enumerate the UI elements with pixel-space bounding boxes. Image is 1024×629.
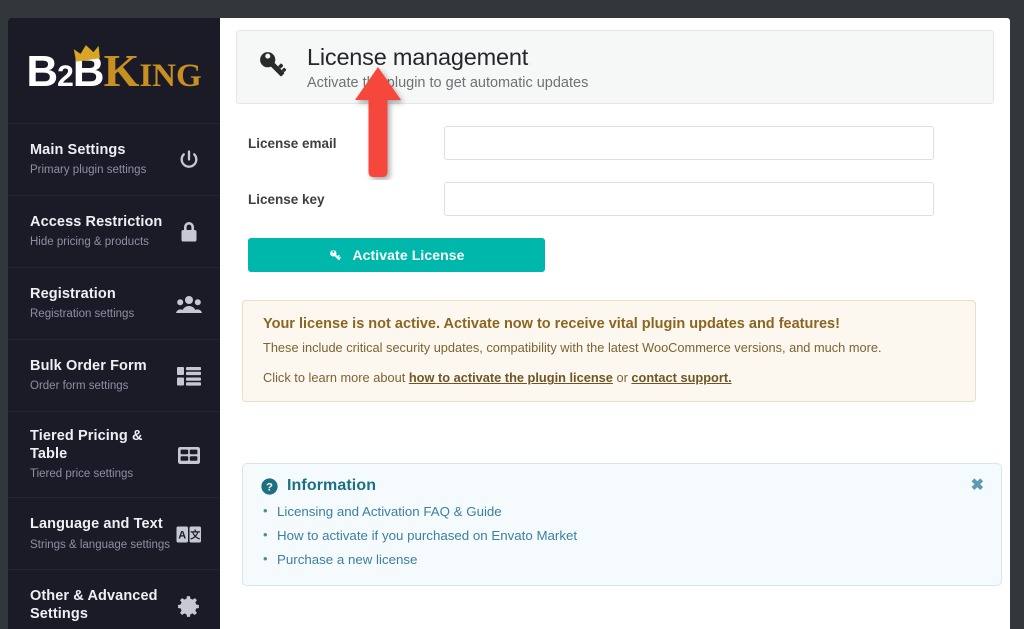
page-subtitle: Activate the plugin to get automatic upd… <box>307 75 589 92</box>
information-links-list: Licensing and Activation FAQ & Guide How… <box>261 503 985 567</box>
notice-foot-prefix: Click to learn more about <box>263 370 409 386</box>
purchase-license-link[interactable]: Purchase a new license <box>277 552 417 567</box>
activate-license-button[interactable]: Activate License <box>248 238 545 272</box>
sidebar-item-title: Language and Text <box>30 515 163 532</box>
information-title: Information <box>287 477 377 495</box>
svg-text:文: 文 <box>190 528 201 541</box>
information-panel: ✖ ? Information Licensing and Activation… <box>242 463 1002 587</box>
license-email-row: License email <box>248 126 992 160</box>
sidebar-item-title: Registration <box>30 285 116 302</box>
close-icon[interactable]: ✖ <box>968 475 987 497</box>
sidebar-item-title: Bulk Order Form <box>30 357 147 374</box>
sidebar-item-language-and-text[interactable]: Language and Text Strings & language set… <box>8 497 220 569</box>
key-icon <box>328 248 343 263</box>
gear-icon <box>176 593 202 619</box>
sidebar-item-title: Other & Advanced Settings <box>30 588 158 623</box>
sidebar-item-subtitle: Hide pricing & products <box>30 236 149 249</box>
sidebar-item-main-settings[interactable]: Main Settings Primary plugin settings <box>8 123 220 195</box>
power-icon <box>176 147 202 173</box>
sidebar-item-access-restriction[interactable]: Access Restriction Hide pricing & produc… <box>8 195 220 267</box>
sidebar-item-other-advanced-settings[interactable]: Other & Advanced Settings <box>8 569 220 629</box>
sidebar-item-tiered-pricing[interactable]: Tiered Pricing & Table Tiered price sett… <box>8 411 220 497</box>
sidebar-item-registration[interactable]: Registration Registration settings <box>8 267 220 339</box>
table-grid-icon <box>176 442 202 468</box>
logo-text: B2BKING <box>26 44 202 96</box>
sidebar-item-subtitle: Order form settings <box>30 380 129 393</box>
key-icon <box>255 47 291 88</box>
information-header: ? Information <box>261 477 985 495</box>
notice-footer: Click to learn more about how to activat… <box>263 370 957 385</box>
app-window: B2BKING Main Settings Primary plugin set… <box>0 0 1024 629</box>
sidebar: B2BKING Main Settings Primary plugin set… <box>8 18 220 629</box>
sidebar-item-title: Tiered Pricing & Table <box>30 428 143 462</box>
contact-support-link[interactable]: contact support. <box>631 370 731 385</box>
language-icon: A 文 <box>176 521 202 547</box>
notice-title: Your license is not active. Activate now… <box>263 316 840 332</box>
sidebar-item-title: Access Restriction <box>30 213 163 230</box>
activate-license-help-link[interactable]: how to activate the plugin license <box>409 370 613 385</box>
notice-foot-middle: or <box>612 370 632 386</box>
svg-text:?: ? <box>266 482 273 494</box>
license-key-row: License key <box>248 182 992 216</box>
sidebar-item-subtitle: Registration settings <box>30 308 135 321</box>
license-key-label: License key <box>248 191 325 207</box>
logo-king: KING <box>103 44 202 96</box>
notice-body: These include critical security updates,… <box>263 339 882 355</box>
sidebar-item-bulk-order-form[interactable]: Bulk Order Form Order form settings <box>8 339 220 411</box>
sidebar-item-subtitle: Strings & language settings <box>30 538 171 551</box>
question-circle-icon: ? <box>261 478 278 495</box>
activate-license-label: Activate License <box>352 247 465 263</box>
list-item: How to activate if you purchased on Enva… <box>261 527 985 543</box>
licensing-faq-link[interactable]: Licensing and Activation FAQ & Guide <box>277 504 502 519</box>
sidebar-item-title: Main Settings <box>30 141 126 158</box>
sidebar-item-subtitle: Primary plugin settings <box>30 164 147 177</box>
license-inactive-notice: Your license is not active. Activate now… <box>242 300 976 403</box>
users-icon <box>176 291 202 317</box>
page-title: License management <box>307 44 529 70</box>
list-item: Licensing and Activation FAQ & Guide <box>261 503 985 519</box>
brand-logo[interactable]: B2BKING <box>8 18 220 123</box>
license-email-label: License email <box>248 135 337 151</box>
license-email-input[interactable] <box>444 126 934 160</box>
list-item: Purchase a new license <box>261 551 985 567</box>
list-layout-icon <box>176 363 202 389</box>
envato-activation-link[interactable]: How to activate if you purchased on Enva… <box>277 528 577 543</box>
license-key-input[interactable] <box>444 182 934 216</box>
lock-icon <box>176 219 202 245</box>
sidebar-item-subtitle: Tiered price settings <box>30 468 134 481</box>
crown-icon <box>74 44 101 62</box>
svg-text:A: A <box>178 529 186 541</box>
page-header-panel: License management Activate the plugin t… <box>236 30 994 104</box>
license-form: License email License key Activate Licen… <box>236 104 994 272</box>
main-content: License management Activate the plugin t… <box>220 18 1010 629</box>
